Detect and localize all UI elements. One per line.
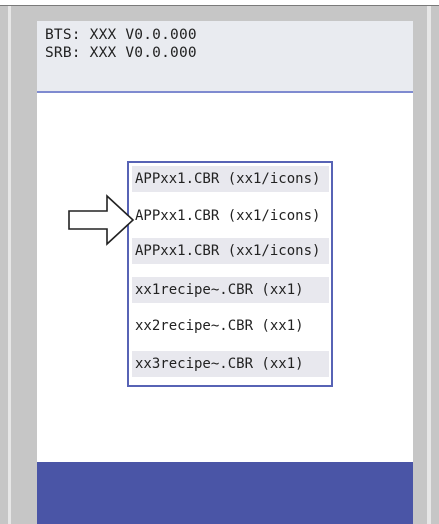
list-item[interactable]: APPxx1.CBR (xx1/icons) xyxy=(132,203,329,229)
frame-right-edge xyxy=(427,6,431,524)
list-item[interactable]: APPxx1.CBR (xx1/icons) xyxy=(132,166,329,192)
arrow-right-icon xyxy=(68,194,135,246)
bts-version-text: BTS: XXX V0.0.000 xyxy=(45,27,197,43)
top-rule xyxy=(0,0,439,6)
list-item[interactable]: APPxx1.CBR (xx1/icons) xyxy=(132,238,329,264)
version-header: BTS: XXX V0.0.000 SRB: XXX V0.0.000 xyxy=(37,21,413,93)
device-screen: BTS: XXX V0.0.000 SRB: XXX V0.0.000 APPx… xyxy=(37,21,413,524)
frame-left-edge xyxy=(8,6,11,524)
list-item[interactable]: xx3recipe~.CBR (xx1) xyxy=(132,351,329,377)
file-list: APPxx1.CBR (xx1/icons) APPxx1.CBR (xx1/i… xyxy=(127,161,333,387)
list-item[interactable]: xx1recipe~.CBR (xx1) xyxy=(132,277,329,303)
list-item[interactable]: xx2recipe~.CBR (xx1) xyxy=(132,313,329,339)
srb-version-text: SRB: XXX V0.0.000 xyxy=(45,45,197,61)
footer-bar xyxy=(37,462,413,524)
